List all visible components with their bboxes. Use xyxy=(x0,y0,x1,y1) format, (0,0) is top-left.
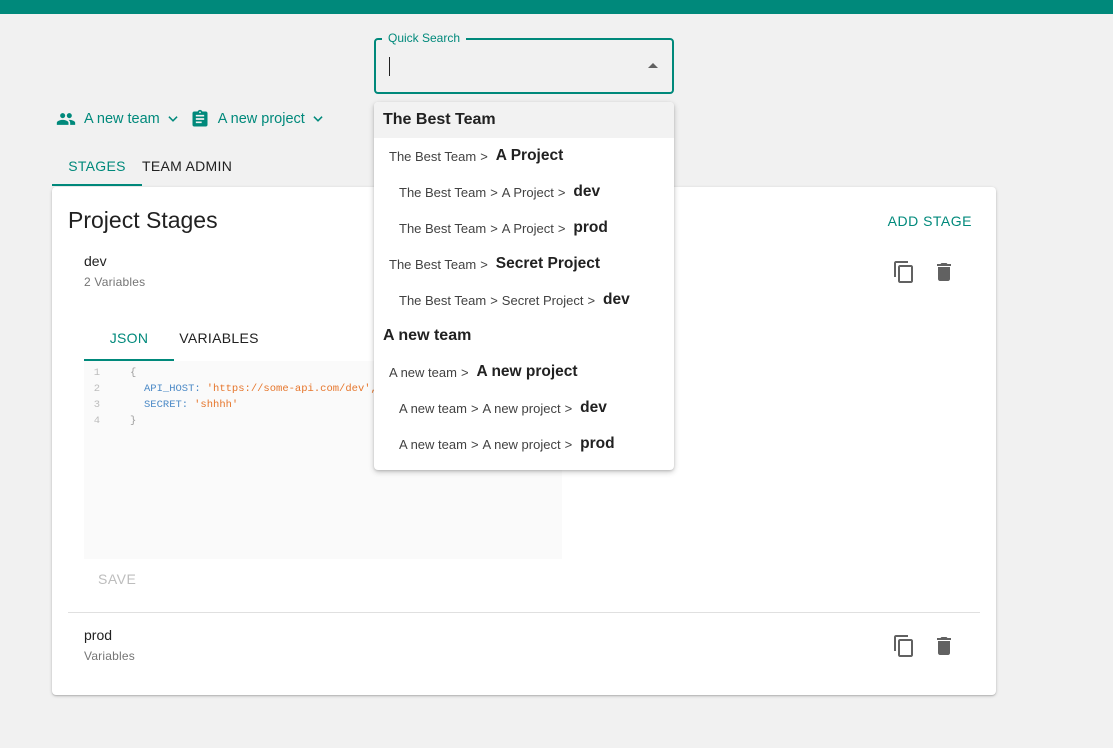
option-label: A new team xyxy=(383,327,472,344)
quick-search-input[interactable] xyxy=(392,54,632,80)
option-separator: > xyxy=(564,400,573,416)
clipboard-icon xyxy=(190,109,210,129)
option-label: dev xyxy=(580,399,607,416)
option-stage[interactable]: The Best Team > A Project > dev xyxy=(374,174,674,210)
option-separator: > xyxy=(490,184,498,200)
code-text: { xyxy=(130,367,137,379)
line-number: 1 xyxy=(93,367,100,379)
code-value: 'https://some-api.com/dev', xyxy=(206,383,377,395)
option-label: Secret Project xyxy=(495,255,601,272)
page-title: Project Stages xyxy=(68,207,218,233)
divider xyxy=(68,612,980,613)
option-stage[interactable]: The Best Team > A Project > prod xyxy=(374,210,674,246)
stage-name: dev xyxy=(84,253,107,269)
option-path-segment: The Best Team xyxy=(399,220,487,236)
stage-variable-count: Variables xyxy=(84,649,135,663)
dropdown-arrow-icon[interactable] xyxy=(648,63,658,68)
code-key: SECRET: xyxy=(144,399,189,411)
stage-name: prod xyxy=(84,627,113,643)
copy-icon[interactable] xyxy=(892,634,916,663)
option-separator: > xyxy=(480,148,488,164)
option-path-segment: A new team xyxy=(399,436,467,452)
people-icon xyxy=(56,109,76,129)
stage-tabs: JSON VARIABLES xyxy=(84,315,264,361)
option-group-team[interactable]: A new team xyxy=(374,318,674,354)
option-separator: > xyxy=(470,436,479,452)
option-label: prod xyxy=(580,435,615,452)
code-line: 2 API_HOST: 'https://some-api.com/dev', xyxy=(84,381,377,397)
quick-search-label: Quick Search xyxy=(382,31,467,45)
tab-team-admin[interactable]: TEAM ADMIN xyxy=(142,146,232,186)
option-separator: > xyxy=(557,184,566,200)
main-tabs: STAGES TEAM ADMIN xyxy=(52,146,232,186)
text-cursor xyxy=(389,57,390,76)
option-path-segment: The Best Team xyxy=(399,184,487,200)
option-path-segment: The Best Team xyxy=(399,292,487,308)
tab-json[interactable]: JSON xyxy=(84,315,174,361)
line-number: 4 xyxy=(93,415,100,427)
context-selectors: A new team A new project xyxy=(56,108,325,130)
code-key: API_HOST: xyxy=(144,383,201,395)
option-project[interactable]: The Best Team > A Project xyxy=(374,138,674,174)
option-path-segment: A new team xyxy=(399,400,467,416)
option-path-segment: The Best Team xyxy=(389,256,477,272)
option-path-segment: A Project xyxy=(501,220,554,236)
option-label: prod xyxy=(573,219,608,236)
team-selector-label: A new team xyxy=(84,111,160,127)
chevron-down-icon xyxy=(166,112,180,126)
option-separator: > xyxy=(480,256,488,272)
code-line: 4} xyxy=(84,413,137,429)
code-line: 1{ xyxy=(84,365,137,381)
option-path-segment: A Project xyxy=(501,184,554,200)
option-separator: > xyxy=(557,220,566,236)
option-stage[interactable]: A new team > A new project > dev xyxy=(374,390,674,426)
copy-icon[interactable] xyxy=(892,260,916,289)
code-value: 'shhhh' xyxy=(194,399,239,411)
option-path-segment: A new project xyxy=(482,400,561,416)
stage-variable-count: 2 Variables xyxy=(84,275,146,289)
add-stage-button[interactable]: ADD STAGE xyxy=(888,213,972,229)
option-separator: > xyxy=(564,436,573,452)
tab-variables[interactable]: VARIABLES xyxy=(174,315,264,361)
code-text: } xyxy=(130,415,137,427)
code-line: 3 SECRET: 'shhhh' xyxy=(84,397,239,413)
option-label: The Best Team xyxy=(383,111,496,128)
option-label: A Project xyxy=(495,147,564,164)
chevron-down-icon xyxy=(311,112,325,126)
option-separator: > xyxy=(470,400,479,416)
option-path-segment: Secret Project xyxy=(501,292,584,308)
team-selector[interactable]: A new team xyxy=(56,109,180,129)
project-selector[interactable]: A new project xyxy=(190,109,325,129)
option-path-segment: The Best Team xyxy=(389,148,477,164)
option-separator: > xyxy=(490,220,498,236)
option-separator: > xyxy=(460,364,469,380)
delete-icon[interactable] xyxy=(932,260,956,289)
delete-icon[interactable] xyxy=(932,634,956,663)
option-group-team[interactable]: The Best Team xyxy=(374,102,674,138)
option-label: dev xyxy=(573,183,601,200)
option-stage[interactable]: A new team > A new project > prod xyxy=(374,426,674,462)
option-path-segment: A new project xyxy=(482,436,561,452)
option-project[interactable]: A new team > A new project xyxy=(374,354,674,390)
option-stage[interactable]: The Best Team > Secret Project > dev xyxy=(374,282,674,318)
line-number: 3 xyxy=(93,399,100,411)
option-path-segment: A new team xyxy=(389,364,457,380)
option-project[interactable]: The Best Team > Secret Project xyxy=(374,246,674,282)
option-separator: > xyxy=(587,292,596,308)
option-separator: > xyxy=(490,292,498,308)
save-button[interactable]: SAVE xyxy=(98,571,136,587)
quick-search-dropdown: The Best Team The Best Team > A Project The … xyxy=(374,102,674,470)
option-label: dev xyxy=(603,291,630,308)
project-selector-label: A new project xyxy=(217,111,305,127)
top-app-bar xyxy=(0,0,1113,14)
line-number: 2 xyxy=(93,383,100,395)
option-label: A new project xyxy=(476,363,578,380)
tab-stages[interactable]: STAGES xyxy=(52,146,142,186)
